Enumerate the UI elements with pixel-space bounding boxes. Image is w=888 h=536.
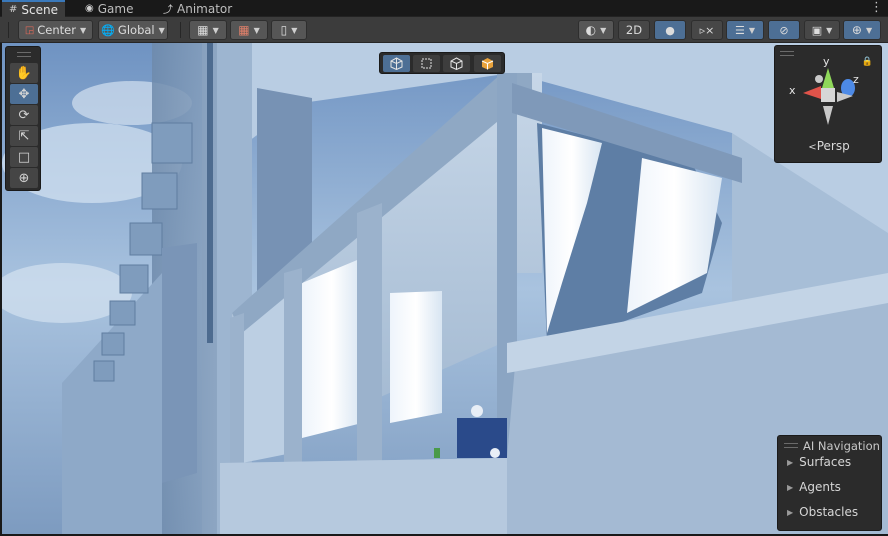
hand-tool-button[interactable]: ✋ bbox=[10, 63, 38, 83]
textured-cube-button[interactable] bbox=[474, 55, 501, 72]
increment-snap-button[interactable]: ▦ ▼ bbox=[230, 20, 268, 40]
tab-game[interactable]: ◉ Game bbox=[78, 0, 140, 17]
camera-icon: ▣ bbox=[811, 23, 823, 37]
tab-bar: # Scene ◉ Game ⤴ Animator ⋮ bbox=[0, 0, 888, 17]
shaded-cube-icon bbox=[450, 57, 463, 70]
align-icon: ▯ bbox=[280, 23, 288, 37]
projection-label: Persp bbox=[816, 139, 850, 153]
gizmos-dropdown[interactable]: ⊕ ▼ bbox=[843, 20, 881, 40]
rect-select-icon bbox=[421, 58, 432, 69]
effects-dropdown[interactable]: ☰ ▼ bbox=[726, 20, 764, 40]
grid-snap-icon: ▦ bbox=[197, 23, 209, 37]
projection-toggle[interactable]: <Persp bbox=[775, 139, 883, 153]
tab-scene[interactable]: # Scene bbox=[2, 0, 65, 17]
scene-toolbar: ◲ Center ▼ 🌐 Global ▼ ▦ ▼ ▦ ▼ ▯ ▼ ◐ ▼ 2D… bbox=[0, 17, 888, 43]
effects-layers-icon: ☰ bbox=[734, 23, 745, 37]
overlay-toolbar bbox=[379, 52, 505, 74]
chevron-down-icon: ▼ bbox=[600, 25, 607, 35]
scene-lighting-button[interactable]: ● bbox=[654, 20, 686, 40]
gizmo-y-label: y bbox=[823, 55, 830, 68]
grid-snapping-button[interactable]: ▦ ▼ bbox=[189, 20, 227, 40]
shading-sphere-icon: ◐ bbox=[585, 23, 597, 37]
rect-transform-icon: □ bbox=[17, 149, 31, 165]
space-mode-dropdown[interactable]: 🌐 Global ▼ bbox=[98, 20, 168, 40]
tab-scene-label: Scene bbox=[21, 2, 58, 17]
scale-icon: ⇱ bbox=[18, 128, 30, 144]
palette-grip[interactable] bbox=[17, 52, 31, 57]
grid-icon: # bbox=[9, 4, 18, 15]
tab-animator[interactable]: ⤴ Animator bbox=[156, 0, 239, 17]
wireframe-cube-button[interactable] bbox=[383, 55, 410, 72]
gizmo-x-label: x bbox=[789, 84, 796, 97]
chevron-down-icon: ▼ bbox=[80, 25, 87, 35]
transform-tool-button[interactable]: ⊕ bbox=[10, 168, 38, 188]
draw-mode-dropdown[interactable]: ◐ ▼ bbox=[578, 20, 614, 40]
transform-icon: ⊕ bbox=[18, 170, 30, 186]
expand-arrow-icon: ▶ bbox=[787, 507, 794, 517]
toggle-2d-label: 2D bbox=[625, 23, 643, 37]
textured-cube-icon bbox=[481, 58, 494, 70]
more-menu-icon[interactable]: ⋮ bbox=[870, 0, 883, 15]
ai-nav-item-surfaces[interactable]: ▶ Surfaces bbox=[787, 455, 851, 469]
toggle-2d-button[interactable]: 2D bbox=[618, 20, 650, 40]
rect-select-button[interactable] bbox=[413, 55, 440, 72]
tools-palette: ✋ ✥ ⟳ ⇱ □ ⊕ bbox=[5, 46, 41, 191]
move-tool-button[interactable]: ✥ bbox=[10, 84, 38, 104]
chevron-down-icon: ▼ bbox=[158, 25, 165, 35]
toolbar-grip bbox=[8, 22, 9, 38]
scene-render bbox=[2, 43, 888, 534]
expand-arrow-icon: ▶ bbox=[787, 482, 794, 492]
animator-icon: ⤴ bbox=[163, 5, 173, 16]
ai-nav-item-label: Surfaces bbox=[799, 455, 852, 469]
ai-nav-item-agents[interactable]: ▶ Agents bbox=[787, 480, 841, 494]
eye-hidden-icon: ⊘ bbox=[779, 23, 789, 37]
snap-increment-icon: ▦ bbox=[238, 23, 250, 37]
scene-viewport[interactable] bbox=[2, 43, 888, 534]
ai-navigation-header[interactable]: AI Navigation bbox=[778, 438, 883, 453]
expand-arrow-icon: ▶ bbox=[787, 457, 794, 467]
wireframe-cube-icon bbox=[390, 57, 403, 70]
ai-navigation-panel: AI Navigation ▶ Surfaces ▶ Agents ▶ Obst… bbox=[777, 435, 882, 531]
align-button[interactable]: ▯ ▼ bbox=[271, 20, 307, 40]
gamepad-icon: ◉ bbox=[85, 3, 94, 14]
chevron-down-icon: ▼ bbox=[291, 25, 298, 35]
rect-tool-button[interactable]: □ bbox=[10, 147, 38, 167]
chevron-down-icon: ▼ bbox=[212, 25, 219, 35]
move-arrows-icon: ✥ bbox=[18, 86, 30, 102]
rotate-tool-button[interactable]: ⟳ bbox=[10, 105, 38, 125]
pivot-mode-label: Center bbox=[37, 23, 76, 37]
gizmo-z-label: z bbox=[853, 73, 859, 86]
audio-mute-icon: ▹× bbox=[699, 23, 715, 37]
chevron-down-icon: ▼ bbox=[748, 25, 756, 35]
tab-game-label: Game bbox=[97, 1, 134, 16]
space-mode-label: Global bbox=[117, 23, 155, 37]
lightbulb-icon: ● bbox=[665, 23, 675, 37]
chevron-down-icon: ▼ bbox=[253, 25, 260, 35]
globe-icon: 🌐 bbox=[101, 23, 115, 37]
panel-grip[interactable] bbox=[784, 443, 798, 448]
tab-animator-label: Animator bbox=[177, 1, 233, 16]
shaded-cube-button[interactable] bbox=[443, 55, 470, 72]
ai-nav-item-label: Agents bbox=[799, 480, 841, 494]
gizmo-globe-icon: ⊕ bbox=[851, 23, 862, 37]
chevron-down-icon: ▼ bbox=[826, 25, 833, 35]
ai-navigation-title: AI Navigation bbox=[803, 438, 880, 453]
ai-nav-item-label: Obstacles bbox=[799, 505, 859, 519]
orientation-gizmo: 🔒 x y z <Persp bbox=[774, 45, 882, 163]
persp-icon: < bbox=[808, 142, 817, 153]
toolbar-separator bbox=[180, 22, 181, 38]
pivot-icon: ◲ bbox=[24, 24, 35, 36]
hand-icon: ✋ bbox=[15, 65, 33, 81]
camera-settings-dropdown[interactable]: ▣ ▼ bbox=[804, 20, 840, 40]
scale-tool-button[interactable]: ⇱ bbox=[10, 126, 38, 146]
pivot-mode-dropdown[interactable]: ◲ Center ▼ bbox=[18, 20, 93, 40]
scene-visibility-button[interactable]: ⊘ bbox=[768, 20, 800, 40]
ai-nav-item-obstacles[interactable]: ▶ Obstacles bbox=[787, 505, 858, 519]
chevron-down-icon: ▼ bbox=[865, 25, 873, 35]
audio-toggle-button[interactable]: ▹× bbox=[691, 20, 723, 40]
rotate-icon: ⟳ bbox=[18, 107, 30, 123]
